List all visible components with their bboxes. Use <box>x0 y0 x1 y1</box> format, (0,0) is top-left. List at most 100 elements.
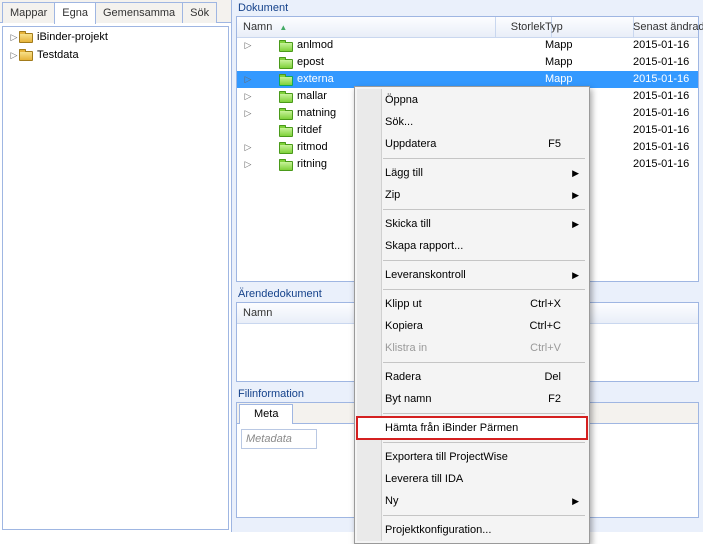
menu-item-label: Sök... <box>385 116 413 128</box>
menu-item-label: Skapa rapport... <box>385 240 463 252</box>
menu-item-label: Öppna <box>385 94 418 106</box>
tree-item-label: Testdata <box>33 49 79 61</box>
folder-icon <box>19 31 33 43</box>
col-header-modified[interactable]: Senast ändrad <box>627 17 703 37</box>
expand-icon[interactable]: ▷ <box>243 37 253 54</box>
menu-item-label: Kopiera <box>385 320 423 332</box>
expand-icon[interactable]: ▷ <box>243 139 253 156</box>
menu-item-shortcut: Ctrl+V <box>530 337 561 359</box>
tab-meta[interactable]: Meta <box>239 404 293 424</box>
submenu-arrow-icon: ▶ <box>572 213 579 235</box>
left-tab-strip: MapparEgnaGemensammaSök <box>0 0 231 23</box>
menu-item-label: Zip <box>385 189 400 201</box>
menu-item: Klistra in Ctrl+V <box>357 337 587 359</box>
col-header-namn-label: Namn <box>243 21 272 33</box>
menu-item-label: Leverera till IDA <box>385 473 463 485</box>
tab-mappar[interactable]: Mappar <box>2 2 55 23</box>
expand-icon[interactable]: ▷ <box>9 50 19 61</box>
expand-icon[interactable]: ▷ <box>243 71 253 88</box>
row-name-label: mallar <box>297 88 327 105</box>
tab-sok[interactable]: Sök <box>182 2 217 23</box>
table-row[interactable]: epostMapp2015-01-16 <box>237 54 698 71</box>
menu-item-shortcut: Ctrl+X <box>530 293 561 315</box>
cell-typ: Mapp <box>539 54 633 71</box>
menu-item[interactable]: Ny ▶ <box>357 490 587 512</box>
tree-item-ibinder[interactable]: ▷ iBinder-projekt <box>3 29 228 45</box>
expand-icon[interactable]: ▷ <box>243 105 253 122</box>
menu-item[interactable]: Skicka till▶ <box>357 213 587 235</box>
col-header-namn[interactable]: Namn ▲ <box>237 17 496 37</box>
menu-item[interactable]: Klipp ut Ctrl+X <box>357 293 587 315</box>
menu-item-label: Uppdatera <box>385 138 436 150</box>
menu-item[interactable]: Leveranskontroll ▶ <box>357 264 587 286</box>
cell-date: 2015-01-16 <box>627 139 703 156</box>
submenu-arrow-icon: ▶ <box>572 264 579 286</box>
cell-namn: epost <box>237 54 495 71</box>
menu-item-shortcut: Del <box>544 366 561 388</box>
folder-tree[interactable]: ▷ iBinder-projekt ▷ Testdata <box>2 26 229 530</box>
menu-item-label: Projektkonfiguration... <box>385 524 491 536</box>
menu-item[interactable]: Zip ▶ <box>357 184 587 206</box>
row-name-label: matning <box>297 105 336 122</box>
submenu-arrow-icon: ▶ <box>572 184 579 206</box>
cell-date: 2015-01-16 <box>627 156 703 173</box>
tab-gemensamma[interactable]: Gemensamma <box>95 2 183 23</box>
menu-separator <box>383 260 585 261</box>
row-name-label: ritmod <box>297 139 328 156</box>
table-row[interactable]: ▷anlmodMapp2015-01-16 <box>237 37 698 54</box>
expand-icon[interactable]: ▷ <box>9 32 19 43</box>
expand-icon[interactable]: ▷ <box>243 88 253 105</box>
cell-namn: ▷ anlmod <box>237 37 495 54</box>
folder-icon <box>279 91 293 103</box>
folder-icon <box>19 49 33 61</box>
menu-item[interactable]: KopieraCtrl+C <box>357 315 587 337</box>
submenu-arrow-icon: ▶ <box>572 162 579 184</box>
metadata-input[interactable]: Metadata <box>241 429 317 449</box>
cell-date: 2015-01-16 <box>627 37 703 54</box>
menu-item-label: Exportera till ProjectWise <box>385 451 508 463</box>
row-name-label: externa <box>297 71 334 88</box>
dokument-title: Dokument <box>232 0 703 14</box>
menu-item[interactable]: Skapa rapport... <box>357 235 587 257</box>
menu-separator <box>383 209 585 210</box>
row-name-label: anlmod <box>297 37 333 54</box>
folder-icon <box>279 159 293 171</box>
col-header-typ[interactable]: Typ <box>539 17 634 37</box>
menu-item[interactable]: Projektkonfiguration... <box>357 519 587 541</box>
menu-item[interactable]: Byt namnF2 <box>357 388 587 410</box>
cell-date: 2015-01-16 <box>627 71 703 88</box>
menu-item[interactable]: Leverera till IDA <box>357 468 587 490</box>
tab-egna[interactable]: Egna <box>54 2 96 24</box>
menu-item-shortcut: F5 <box>548 133 561 155</box>
folder-icon <box>279 142 293 154</box>
menu-item[interactable]: Lägg till ▶ <box>357 162 587 184</box>
menu-separator <box>383 442 585 443</box>
menu-item-shortcut: F2 <box>548 388 561 410</box>
menu-item[interactable]: Uppdatera F5 <box>357 133 587 155</box>
menu-item-label: Ny <box>385 495 398 507</box>
row-name-label: ritdef <box>297 122 321 139</box>
cell-typ: Mapp <box>539 37 633 54</box>
menu-item-label: Klistra in <box>385 342 427 354</box>
menu-item[interactable]: Hämta från iBinder Pärmen <box>357 417 587 439</box>
menu-item[interactable]: Radera Del <box>357 366 587 388</box>
menu-separator <box>383 413 585 414</box>
menu-item-label: Hämta från iBinder Pärmen <box>385 422 518 434</box>
folder-icon <box>279 108 293 120</box>
cell-date: 2015-01-16 <box>627 54 703 71</box>
cell-date: 2015-01-16 <box>627 88 703 105</box>
menu-item-label: Leveranskontroll <box>385 269 466 281</box>
tree-item-testdata[interactable]: ▷ Testdata <box>3 47 228 63</box>
left-pane: MapparEgnaGemensammaSök ▷ iBinder-projek… <box>0 0 232 532</box>
menu-item[interactable]: Exportera till ProjectWise <box>357 446 587 468</box>
menu-item-label: Klipp ut <box>385 298 422 310</box>
menu-item[interactable]: Sök... <box>357 111 587 133</box>
menu-item-label: Radera <box>385 371 421 383</box>
expand-icon[interactable]: ▷ <box>243 156 253 173</box>
folder-icon <box>279 74 293 86</box>
menu-item-label: Lägg till <box>385 167 423 179</box>
menu-item[interactable]: Öppna <box>357 89 587 111</box>
submenu-arrow-icon: ▶ <box>572 490 579 512</box>
menu-separator <box>383 158 585 159</box>
tree-item-label: iBinder-projekt <box>33 31 108 43</box>
